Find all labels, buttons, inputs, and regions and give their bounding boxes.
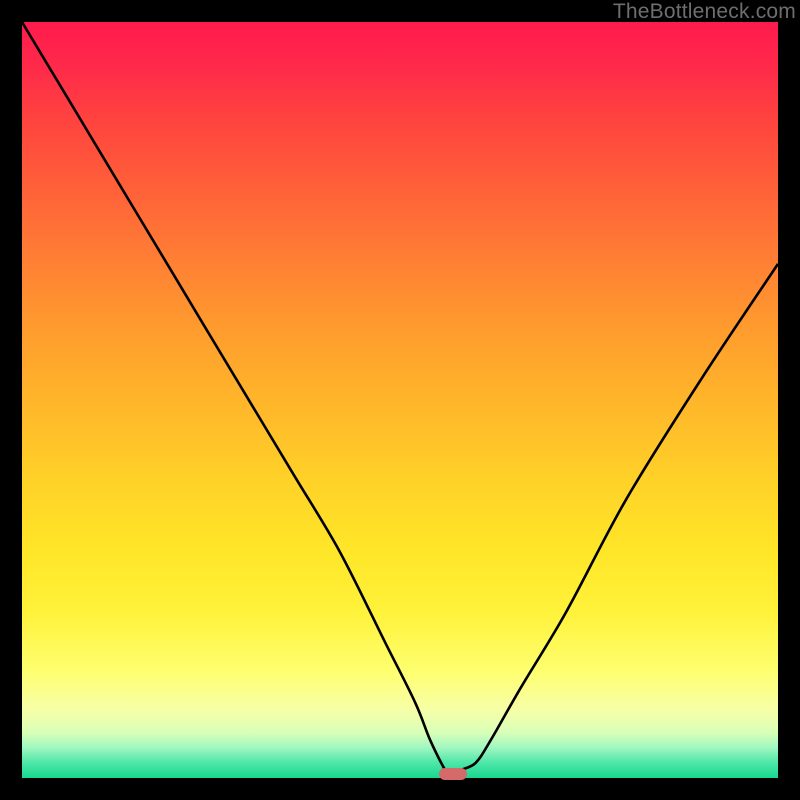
watermark-text: TheBottleneck.com xyxy=(613,0,796,24)
plot-area xyxy=(22,22,778,778)
bottleneck-curve xyxy=(22,22,778,778)
curve-path xyxy=(22,22,778,778)
optimal-marker xyxy=(439,768,467,780)
chart-frame: TheBottleneck.com xyxy=(0,0,800,800)
